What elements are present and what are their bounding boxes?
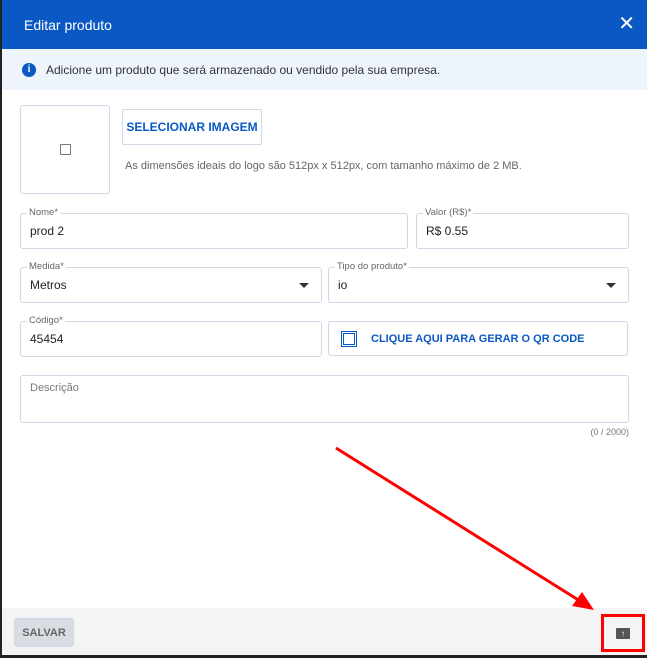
annotation-arrow xyxy=(335,446,594,610)
